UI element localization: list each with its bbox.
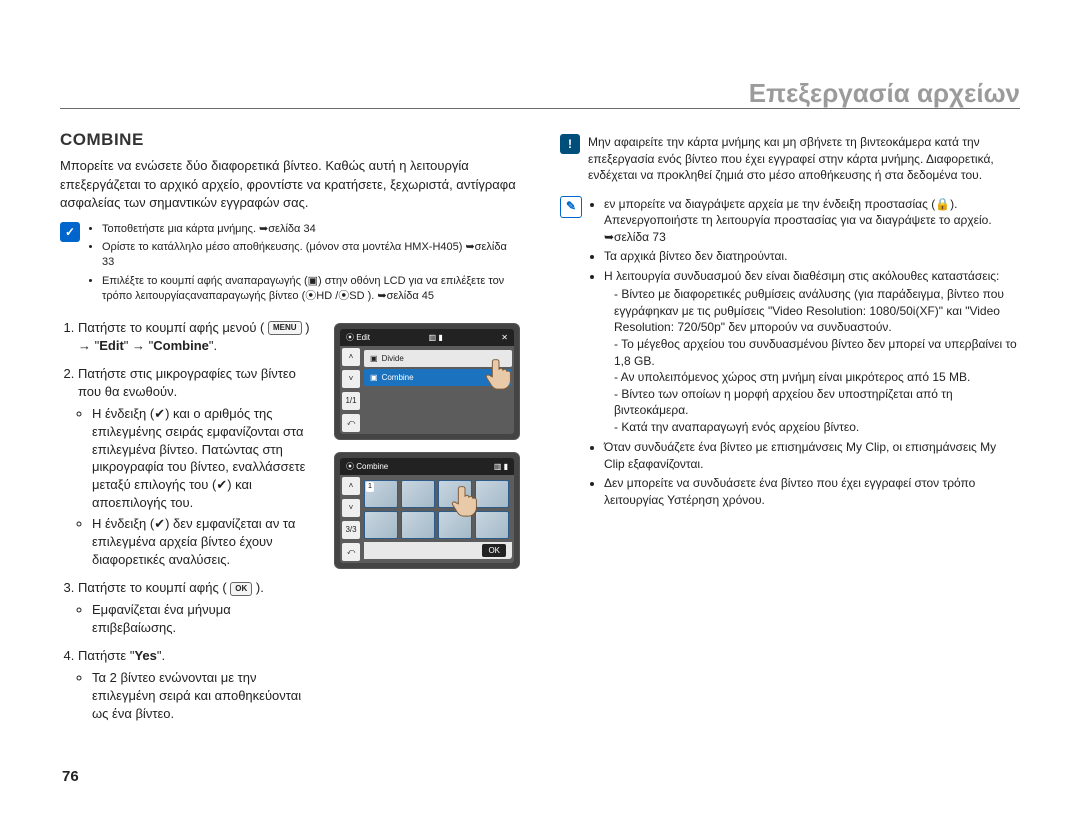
list-item: Βίντεο των οποίων η μορφή αρχείου δεν υπ… bbox=[614, 386, 1020, 419]
video-thumbnail[interactable] bbox=[364, 511, 398, 539]
section-heading: COMBINE bbox=[60, 128, 520, 151]
manual-page: Επεξεργασία αρχείων COMBINE Μπορείτε να … bbox=[0, 0, 1080, 827]
step-2: Πατήστε στις μικρογραφίες των βίντεο που… bbox=[78, 365, 312, 569]
warning-block: ! Μην αφαιρείτε την κάρτα μνήμης και μη … bbox=[560, 134, 1020, 184]
step-list: Πατήστε το κουμπί αφής μενού ( MENU ) → … bbox=[60, 319, 312, 723]
step-3: Πατήστε το κουμπί αφής ( OK ). Εμφανίζετ… bbox=[78, 579, 312, 637]
device-figures: ⦿ Edit ▥ ▮ ✕ ˄ ˅ 1/1 ⤺ bbox=[326, 319, 520, 581]
back-button[interactable]: ⤺ bbox=[342, 543, 360, 561]
video-thumbnail[interactable] bbox=[475, 480, 509, 508]
list-item: Η ένδειξη (✔) και ο αριθμός της επιλεγμέ… bbox=[92, 405, 312, 513]
scroll-up-button[interactable]: ˄ bbox=[342, 348, 360, 366]
ok-badge-icon: OK bbox=[230, 582, 252, 596]
list-item: Αν υπολειπόμενος χώρος στη μνήμη είναι μ… bbox=[614, 369, 1020, 386]
note-block: ✎ εν μπορείτε να διαγράψετε αρχεία με τη… bbox=[560, 196, 1020, 512]
checkbox-icon: ✓ bbox=[60, 222, 80, 242]
menu-badge-icon: MENU bbox=[268, 321, 302, 335]
list-item: Τα 2 βίντεο ενώνονται με την επιλεγμένη … bbox=[92, 669, 312, 723]
menu-item-combine[interactable]: ▣ Combine bbox=[364, 369, 512, 386]
back-button[interactable]: ⤺ bbox=[342, 414, 360, 432]
combine-icon: ▣ bbox=[370, 372, 378, 383]
list-item: Κατά την αναπαραγωγή ενός αρχείου βίντεο… bbox=[614, 419, 1020, 436]
list-item: Εμφανίζεται ένα μήνυμα επιβεβαίωσης. bbox=[92, 601, 312, 637]
video-thumbnail[interactable] bbox=[401, 511, 435, 539]
video-thumbnail[interactable] bbox=[438, 511, 472, 539]
video-thumbnail[interactable] bbox=[438, 480, 472, 508]
list-item: Επιλέξτε το κουμπί αφής αναπαραγωγής (▣)… bbox=[102, 274, 520, 304]
intro-paragraph: Μπορείτε να ενώσετε δύο διαφορετικά βίντ… bbox=[60, 157, 520, 212]
scroll-down-button[interactable]: ˅ bbox=[342, 499, 360, 517]
list-item: Η ένδειξη (✔) δεν εμφανίζεται αν τα επιλ… bbox=[92, 515, 312, 569]
prerequisite-list: Τοποθετήστε μια κάρτα μνήμης. ➥σελίδα 34… bbox=[88, 222, 520, 307]
page-indicator: 3/3 bbox=[342, 521, 360, 539]
left-column: COMBINE Μπορείτε να ενώσετε δύο διαφορετ… bbox=[60, 128, 520, 733]
warning-icon: ! bbox=[560, 134, 580, 154]
menu-item-divide[interactable]: ▣ Divide bbox=[364, 350, 512, 367]
selection-number: 1 bbox=[366, 482, 374, 492]
page-indicator: 1/1 bbox=[342, 392, 360, 410]
list-item: Τοποθετήστε μια κάρτα μνήμης. ➥σελίδα 34 bbox=[102, 222, 520, 237]
fig2-title: Combine bbox=[356, 462, 388, 471]
list-item: Τα αρχικά βίντεο δεν διατηρούνται. bbox=[604, 248, 1020, 265]
warning-text: Μην αφαιρείτε την κάρτα μνήμης και μη σβ… bbox=[588, 134, 1020, 184]
list-item: Η λειτουργία συνδυασμού δεν είναι διαθέσ… bbox=[604, 268, 1020, 435]
scroll-up-button[interactable]: ˄ bbox=[342, 477, 360, 495]
scroll-down-button[interactable]: ˅ bbox=[342, 370, 360, 388]
fig1-title: Edit bbox=[356, 333, 370, 342]
ok-button[interactable]: OK bbox=[482, 544, 506, 557]
list-item: Όταν συνδυάζετε ένα βίντεο με επισημάνσε… bbox=[604, 439, 1020, 472]
video-thumbnail[interactable] bbox=[475, 511, 509, 539]
device-screenshot-edit: ⦿ Edit ▥ ▮ ✕ ˄ ˅ 1/1 ⤺ bbox=[334, 323, 520, 440]
close-icon: ✕ bbox=[501, 332, 508, 343]
divide-icon: ▣ bbox=[370, 353, 378, 364]
list-item: Το μέγεθος αρχείου του συνδυασμένου βίντ… bbox=[614, 336, 1020, 369]
thumbnail-grid: 1 bbox=[364, 477, 512, 542]
step-1: Πατήστε το κουμπί αφής μενού ( MENU ) → … bbox=[78, 319, 312, 355]
video-thumbnail[interactable] bbox=[401, 480, 435, 508]
horizontal-rule bbox=[60, 108, 1020, 109]
prerequisite-block: ✓ Τοποθετήστε μια κάρτα μνήμης. ➥σελίδα … bbox=[60, 222, 520, 307]
chapter-title: Επεξεργασία αρχείων bbox=[749, 78, 1020, 109]
right-column: ! Μην αφαιρείτε την κάρτα μνήμης και μη … bbox=[560, 128, 1020, 733]
step-4: Πατήστε "Yes". Τα 2 βίντεο ενώνονται με … bbox=[78, 647, 312, 723]
page-number: 76 bbox=[62, 768, 79, 785]
list-item: Ορίστε το κατάλληλο μέσο αποθήκευσης. (μ… bbox=[102, 240, 520, 270]
device-screenshot-combine: ⦿ Combine ▥ ▮ ˄ ˅ 3/3 ⤺ bbox=[334, 452, 520, 569]
list-item: εν μπορείτε να διαγράψετε αρχεία με την … bbox=[604, 196, 1020, 246]
note-icon: ✎ bbox=[560, 196, 582, 218]
note-list: εν μπορείτε να διαγράψετε αρχεία με την … bbox=[590, 196, 1020, 512]
video-thumbnail[interactable]: 1 bbox=[364, 480, 398, 508]
list-item: Βίντεο με διαφορετικές ρυθμίσεις ανάλυση… bbox=[614, 286, 1020, 336]
list-item: Δεν μπορείτε να συνδυάσετε ένα βίντεο πο… bbox=[604, 475, 1020, 508]
